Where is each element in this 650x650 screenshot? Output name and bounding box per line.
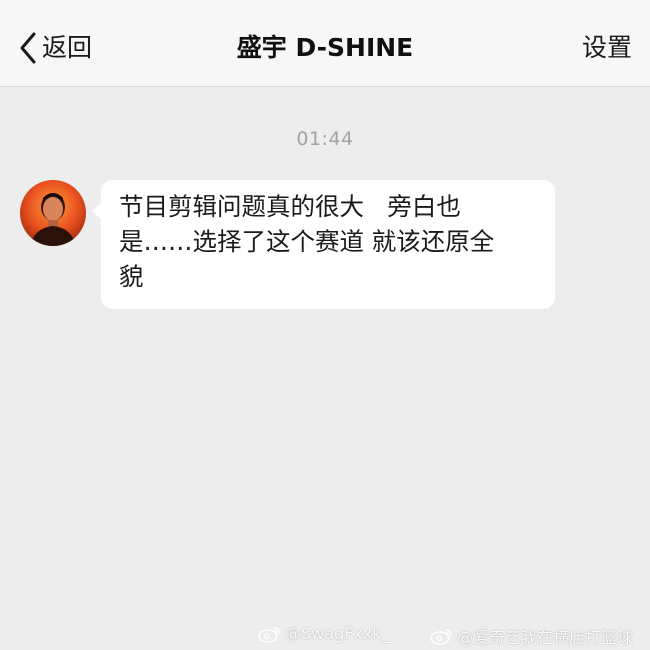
settings-button[interactable]: 设置 <box>582 28 632 68</box>
watermark-text: @爱奇艺我在横店打篮球 <box>457 628 634 647</box>
user-avatar-icon <box>20 180 86 246</box>
message-timestamp: 01:44 <box>296 128 354 150</box>
watermark: @SwagFxxk_ <box>258 624 390 643</box>
watermark: @爱奇艺我在横店打篮球 <box>430 624 633 648</box>
message-text: 节目剪辑问题真的很大 旁白也 是……选择了这个赛道 就该还原全 貌 <box>119 192 495 291</box>
navigation-bar: 返回 盛宇 D-SHINE 设置 <box>0 0 650 87</box>
watermark-text: @SwagFxxk_ <box>285 624 390 643</box>
page-title: 盛宇 D-SHINE <box>236 33 414 62</box>
weibo-icon <box>430 627 457 645</box>
weibo-icon <box>258 625 285 643</box>
avatar[interactable] <box>20 180 86 246</box>
message-bubble[interactable]: 节目剪辑问题真的很大 旁白也 是……选择了这个赛道 就该还原全 貌 <box>92 180 555 309</box>
chat-screen: 返回 盛宇 D-SHINE 设置 01:44 节目剪辑问题真的很大 旁白也 是…… <box>0 0 650 650</box>
watermark-bar: @SwagFxxk_ @爱奇艺我在横店打篮球 <box>0 624 650 648</box>
